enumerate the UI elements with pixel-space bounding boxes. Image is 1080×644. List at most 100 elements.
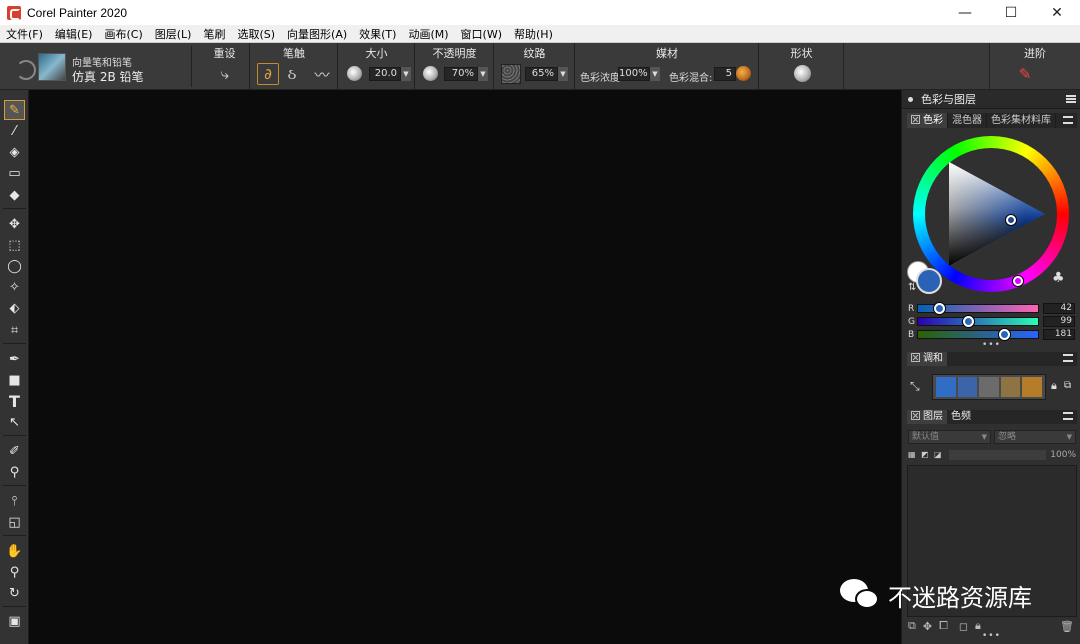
size-field[interactable]: 20.0 [369, 67, 401, 81]
magnifier-icon[interactable]: ⚲ [4, 562, 25, 582]
color-blend-field[interactable]: 5 [714, 67, 736, 81]
close-icon[interactable] [911, 353, 920, 362]
transform-tool-icon[interactable]: ⬖ [4, 298, 25, 318]
size-knob-icon[interactable] [347, 66, 362, 81]
color-picker-icon[interactable]: ♣ [1052, 270, 1065, 286]
lasso-tool-icon[interactable]: ◯ [4, 256, 25, 276]
opacity-knob-icon[interactable] [423, 66, 438, 81]
magic-wand-icon[interactable]: ✧ [4, 277, 25, 297]
size-dropdown-icon[interactable]: ▼ [401, 67, 411, 81]
recent-brush-icon[interactable] [16, 60, 36, 80]
harmony-swatch-1[interactable] [936, 377, 956, 397]
layer-opacity-value[interactable]: 100% [1050, 450, 1076, 460]
crop-tool-icon[interactable]: ⌗ [4, 320, 25, 340]
maximize-button[interactable]: ☐ [988, 0, 1034, 25]
new-color-set-icon[interactable]: ⧉ [1064, 380, 1071, 391]
opacity-dropdown-icon[interactable]: ▼ [478, 67, 488, 81]
blue-value[interactable]: 181 [1043, 329, 1075, 340]
tab-channels[interactable]: 色频 [947, 410, 975, 424]
layer-commands-icon[interactable]: ⧠ [939, 619, 948, 633]
rectangle-shape-icon[interactable]: ■ [4, 370, 25, 390]
red-slider[interactable] [917, 303, 1039, 314]
cloner-tool-icon[interactable]: ✐ [4, 441, 25, 461]
harmony-swatch-2[interactable] [957, 377, 978, 397]
freehand-stroke-icon[interactable]: ∂ [257, 63, 279, 85]
menu-edit[interactable]: 编辑(E) [49, 26, 99, 42]
rotate-page-icon[interactable]: ↻ [4, 583, 25, 603]
delete-layer-icon[interactable]: 🗑︎ [1060, 620, 1074, 633]
text-tool-icon[interactable]: T [4, 391, 25, 411]
layer-stack-icon[interactable]: ⧉ [908, 619, 916, 633]
preserve-transparency-icon[interactable]: ▦ [908, 450, 919, 460]
color-density-dropdown-icon[interactable]: ▼ [650, 67, 660, 81]
close-icon[interactable] [911, 115, 920, 124]
menu-file[interactable]: 文件(F) [0, 26, 49, 42]
menu-brushes[interactable]: 笔刷 [197, 26, 231, 42]
menu-select[interactable]: 选取(S) [231, 26, 281, 42]
eraser-tool-icon[interactable]: ◆ [4, 185, 25, 205]
color-blend-knob-icon[interactable] [736, 66, 751, 81]
harmony-swatch-4[interactable] [1000, 377, 1021, 397]
lock-icon[interactable]: 🔒︎ [1051, 379, 1057, 393]
straight-stroke-icon[interactable]: ઠ [281, 63, 303, 85]
paper-texture-swatch[interactable] [501, 64, 521, 84]
harmony-rule-icon[interactable]: ⤡ [910, 379, 920, 394]
harmony-swatch-3[interactable] [979, 377, 999, 397]
blue-slider-thumb[interactable] [999, 329, 1010, 340]
color-tabs-menu-icon[interactable] [1063, 116, 1073, 124]
harmony-menu-icon[interactable] [1063, 354, 1073, 362]
brush-tool-icon[interactable]: ✎ [4, 100, 25, 120]
menu-movie[interactable]: 动画(M) [402, 26, 454, 42]
layer-opacity-slider[interactable] [949, 450, 1047, 460]
composite-method-select[interactable]: 默认值 ▼ [908, 430, 991, 444]
minimize-button[interactable]: — [942, 0, 988, 25]
layer-mask-icon[interactable]: ◻ [959, 620, 968, 633]
tab-color-sets[interactable]: 色彩集材料库 [987, 113, 1056, 128]
mirror-tool-icon[interactable]: ⫯ [4, 491, 25, 511]
close-icon[interactable] [911, 411, 920, 420]
gradient-tool-icon[interactable]: ▭ [4, 163, 25, 183]
tab-layers[interactable]: 图层 [907, 410, 947, 424]
menu-window[interactable]: 窗口(W) [455, 26, 508, 42]
tab-color[interactable]: 色彩 [907, 113, 948, 128]
drawing-canvas[interactable] [30, 90, 901, 644]
screen-mode-icon[interactable]: ▣ [4, 611, 25, 631]
menu-effects[interactable]: 效果(T) [353, 26, 402, 42]
tab-mixer[interactable]: 混色器 [948, 113, 987, 128]
layer-adjuster-icon[interactable]: ✥ [4, 214, 25, 234]
menu-canvas[interactable]: 画布(C) [98, 26, 148, 42]
swap-colors-icon[interactable]: ⇅ [908, 282, 916, 293]
brush-selector[interactable]: 向量笔和铅笔 仿真 2B 铅笔 [6, 46, 192, 87]
brush-thumbnail[interactable] [38, 53, 66, 81]
color-wheel[interactable] [913, 136, 1069, 292]
color-selector-handle[interactable] [1006, 215, 1016, 225]
menu-layers[interactable]: 图层(L) [149, 26, 198, 42]
color-density-field[interactable]: 100% [618, 67, 650, 81]
stroke-options-icon[interactable]: 〰 [311, 63, 333, 85]
harmony-swatch-5[interactable] [1022, 377, 1042, 397]
layers-more-dots[interactable]: ••• [982, 631, 1001, 641]
dynamic-plugin-icon[interactable]: ✥ [923, 620, 932, 633]
green-slider[interactable] [917, 316, 1039, 327]
pen-tool-icon[interactable]: ✒ [4, 349, 25, 369]
green-value[interactable]: 99 [1043, 316, 1075, 327]
grain-field[interactable]: 65% [525, 67, 558, 81]
rect-select-icon[interactable]: ⬚ [4, 235, 25, 255]
pick-up-color-icon[interactable]: ◩ [921, 450, 932, 460]
grain-dropdown-icon[interactable]: ▼ [558, 67, 568, 81]
lock-layer-bottom-icon[interactable]: 🔒︎ [975, 619, 981, 633]
harmony-tab[interactable]: 调和 [907, 352, 947, 366]
menu-shapes[interactable]: 向量图形(A) [281, 26, 353, 42]
dropper-tool-icon[interactable]: ⁄ [4, 121, 25, 141]
opacity-field[interactable]: 70% [444, 67, 478, 81]
layers-menu-icon[interactable] [1063, 412, 1073, 420]
blue-slider[interactable] [917, 329, 1039, 340]
menu-help[interactable]: 帮助(H) [508, 26, 559, 42]
green-slider-thumb[interactable] [963, 316, 974, 327]
paint-bucket-icon[interactable]: ◈ [4, 142, 25, 162]
red-slider-thumb[interactable] [934, 303, 945, 314]
red-value[interactable]: 42 [1043, 303, 1075, 314]
panel-menu-icon[interactable] [1066, 95, 1076, 103]
lock-layer-icon[interactable]: ◪ [934, 450, 945, 460]
shape-selection-icon[interactable]: ↖ [4, 412, 25, 432]
